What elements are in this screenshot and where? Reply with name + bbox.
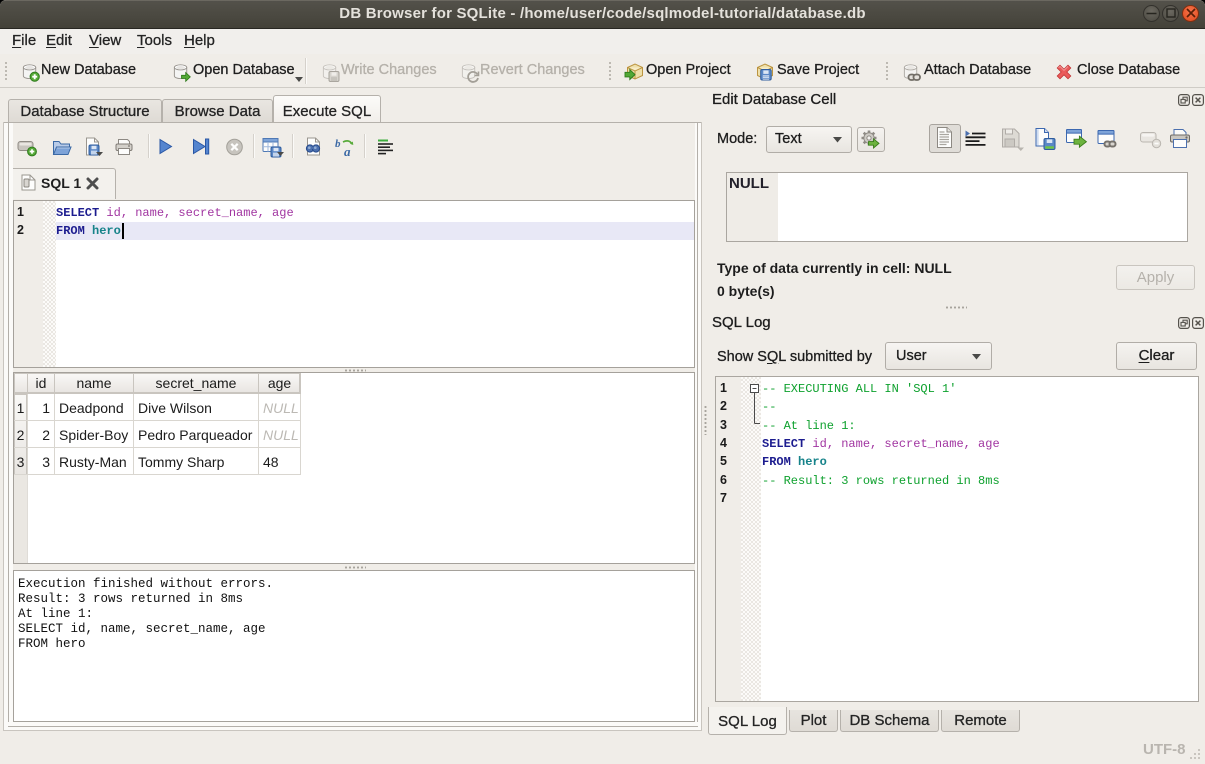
- svg-text:a: a: [344, 144, 351, 158]
- svg-text:b: b: [335, 138, 341, 150]
